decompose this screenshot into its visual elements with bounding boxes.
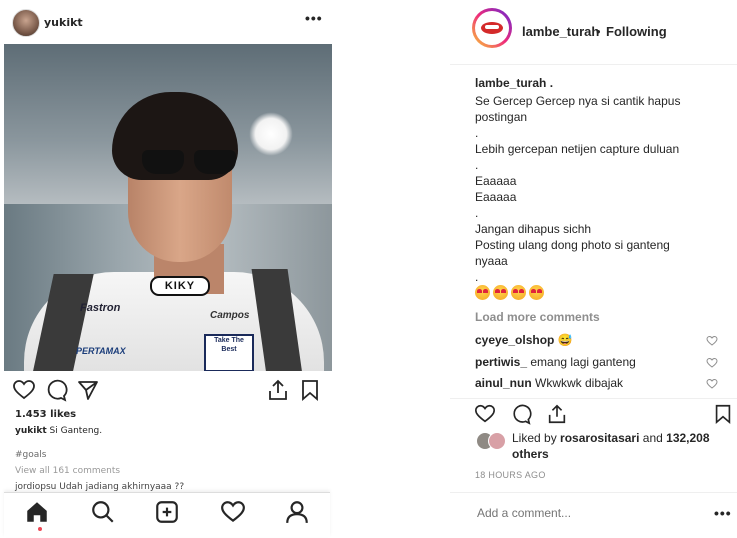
caption-text: Se Gercep Gercep nya si cantik hapus pos… (475, 93, 725, 285)
load-more-comments-button[interactable]: Load more comments (475, 310, 600, 324)
phone-caption-text: Si Ganteng. (49, 426, 103, 436)
comment-username[interactable]: ainul_nun (475, 376, 532, 390)
liker-avatar[interactable] (488, 432, 506, 450)
account-username[interactable]: lambe_turah (522, 24, 599, 39)
comment-text: 😅 (557, 333, 573, 347)
comment-text: emang lagi ganteng (530, 355, 636, 369)
caption-line: nyaaa (475, 254, 508, 268)
caption-line: . (475, 206, 479, 220)
shirt-badge: Take The Best (204, 334, 254, 371)
phone-username[interactable]: yukikt (44, 16, 83, 29)
post-timestamp[interactable]: 18 HOURS AGO (475, 470, 546, 480)
post-header: lambe_turah • Following (450, 0, 737, 65)
comment-like-icon[interactable] (706, 378, 718, 390)
comment-icon[interactable] (510, 403, 532, 425)
bookmark-icon[interactable] (298, 378, 322, 402)
comment: ainul_nun Wkwkwk dibajak (475, 376, 715, 390)
heart-eyes-emoji (511, 285, 526, 300)
share-icon[interactable] (76, 378, 100, 402)
add-post-icon[interactable] (154, 499, 180, 525)
phone-post-header: yukikt ••• (0, 0, 340, 44)
profile-icon[interactable] (284, 499, 310, 525)
caption-line: Eaaaaa (475, 190, 517, 204)
like-heart-icon[interactable] (474, 403, 496, 425)
heart-icon[interactable] (12, 378, 36, 402)
bookmark-icon[interactable] (712, 403, 734, 425)
comment-text: Wkwkwk dibajak (535, 376, 624, 390)
caption-line: . (475, 126, 479, 140)
caption-line: Lebih gercepan netijen capture duluan (475, 142, 680, 156)
shirt-logo-campos: Campos (210, 310, 250, 321)
phone-like-count[interactable]: 1.453 likes (15, 409, 76, 420)
add-comment-input[interactable] (475, 505, 679, 521)
header-separator: • (596, 24, 601, 39)
comment-icon[interactable] (44, 378, 68, 402)
caption-line: . (475, 158, 479, 172)
notification-dot (38, 527, 42, 531)
phone-action-bar (0, 378, 340, 404)
liked-by-username[interactable]: rosarositasari (560, 431, 639, 445)
home-icon[interactable] (24, 499, 50, 525)
following-button[interactable]: Following (606, 24, 667, 39)
comment-like-icon[interactable] (706, 357, 718, 369)
heart-eyes-emoji (529, 285, 544, 300)
caption-line: Se Gercep Gercep nya si cantik hapus (475, 94, 681, 108)
phone-screenshot: yukikt ••• KIKY Fastron Campos PERTAMAX … (0, 0, 340, 537)
activity-heart-icon[interactable] (220, 499, 246, 525)
phone-hashtag[interactable]: #goals (15, 450, 46, 460)
phone-caption: yukikt Si Ganteng. (15, 426, 102, 436)
post-detail-panel: lambe_turah • Following lambe_turah . Se… (450, 0, 737, 537)
caption-emojis (475, 285, 547, 303)
heart-eyes-emoji (475, 285, 490, 300)
add-comment-bar: ••• (450, 492, 737, 538)
post-action-bar (450, 398, 737, 427)
caption-username[interactable]: lambe_turah . (475, 76, 553, 90)
phone-more-options-icon[interactable]: ••• (305, 10, 323, 26)
post-photo: KIKY Fastron Campos PERTAMAX Take The Be… (4, 44, 332, 371)
comment-username[interactable]: pertiwis_ (475, 355, 527, 369)
heart-eyes-emoji (493, 285, 508, 300)
caption-line: Eaaaaa (475, 174, 517, 188)
photo-sunglasses (142, 150, 242, 176)
shirt-logo-kiky: KIKY (150, 276, 210, 296)
liked-prefix: Liked by (512, 431, 557, 445)
comment: pertiwis_ emang lagi ganteng (475, 355, 715, 369)
caption-line: postingan (475, 110, 528, 124)
comment-username[interactable]: cyeye_olshop (475, 333, 554, 347)
phone-avatar[interactable] (12, 9, 40, 37)
more-options-icon[interactable]: ••• (714, 505, 732, 521)
comment: cyeye_olshop 😅 (475, 333, 715, 347)
caption-line: . (475, 270, 479, 284)
search-icon[interactable] (90, 499, 116, 525)
upload-icon[interactable] (266, 378, 290, 402)
phone-bottom-nav (4, 492, 330, 537)
phone-partial-comment: jordiopsu Udah jadiang akhirnyaaa ?? (15, 482, 185, 492)
phone-view-all-comments[interactable]: View all 161 comments (15, 466, 120, 476)
phone-caption-user[interactable]: yukikt (15, 426, 47, 436)
caption-line: Jangan dihapus sichh (475, 222, 592, 236)
shirt-logo-pertamax: PERTAMAX (76, 346, 126, 356)
shirt-logo-fastron: Fastron (80, 302, 121, 314)
photo-light-orb (249, 112, 293, 156)
account-avatar[interactable] (472, 8, 512, 48)
caption-line: Posting ulang dong photo si ganteng (475, 238, 670, 252)
liked-by-text: Liked by rosarositasari and 132,208 othe… (512, 430, 732, 462)
liked-and: and (642, 431, 663, 445)
comment-like-icon[interactable] (706, 335, 718, 347)
share-upload-icon[interactable] (546, 403, 568, 425)
